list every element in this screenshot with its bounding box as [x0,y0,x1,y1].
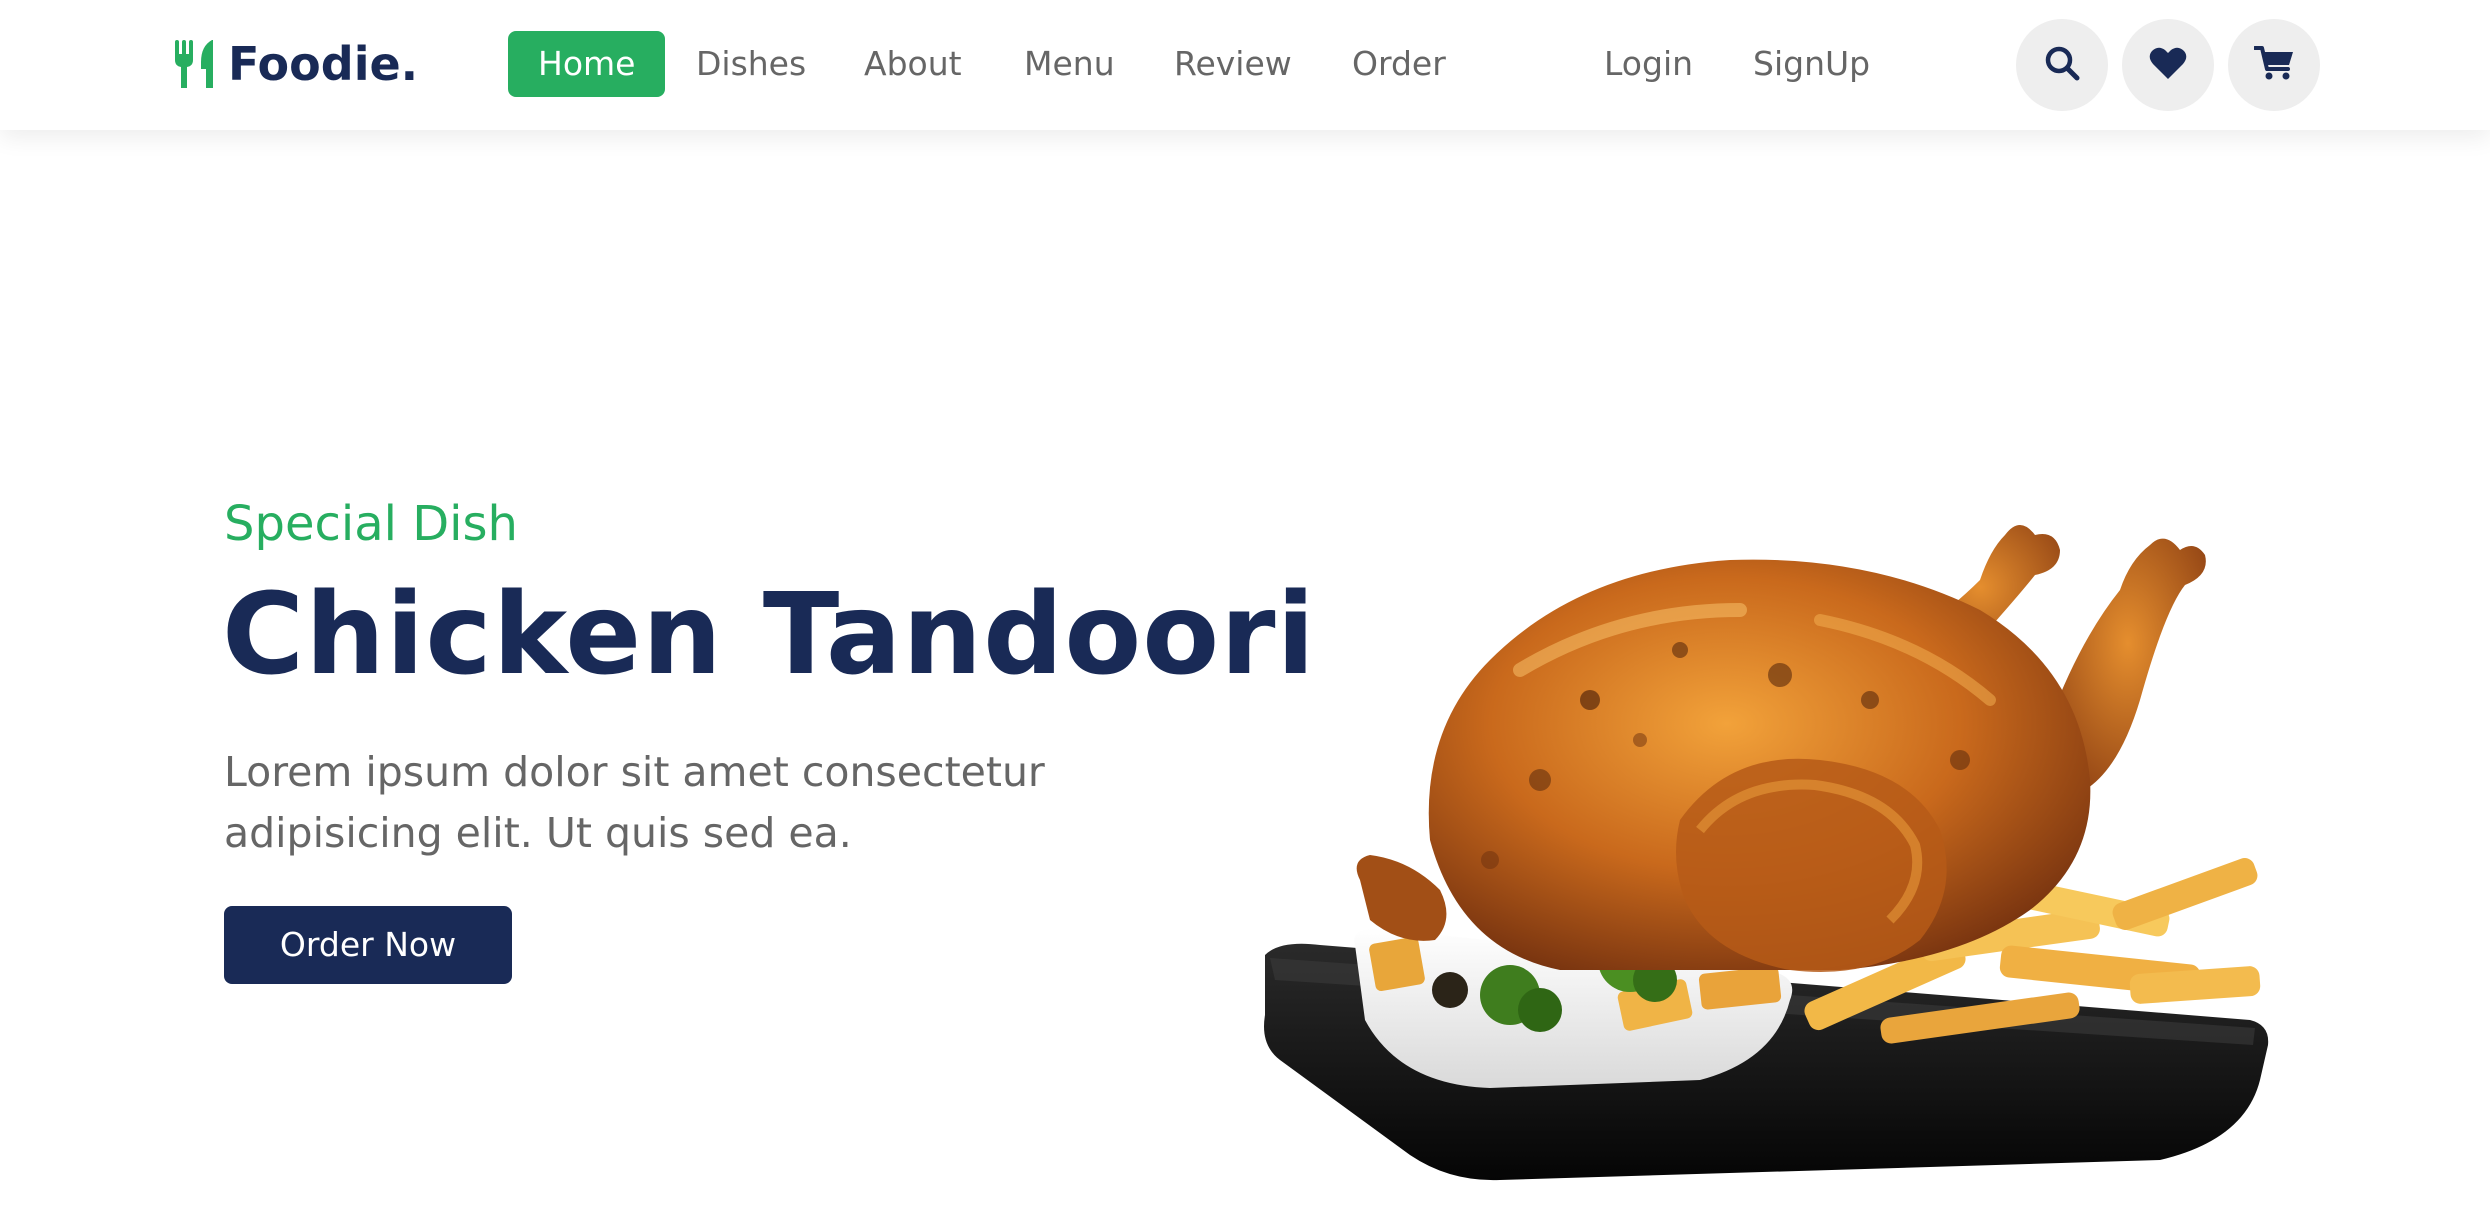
search-button[interactable] [2016,19,2108,111]
nav-about[interactable]: About [834,31,992,97]
brand-name: Foodie. [228,37,419,91]
site-header: Foodie. Home Dishes About Menu Review Or… [0,0,2490,130]
hero-description: Lorem ipsum dolor sit amet consectetur a… [224,748,1045,857]
search-icon [2044,45,2080,85]
brand-logo[interactable]: Foodie. [174,34,418,94]
nav-review[interactable]: Review [1144,31,1322,97]
hero-title: Chicken Tandoori [222,570,1316,700]
nav-menu[interactable]: Menu [994,31,1145,97]
chicken-tandoori-image [1260,500,2270,1190]
heart-icon [2149,46,2187,84]
hero-eyebrow: Special Dish [224,496,518,552]
nav-signup[interactable]: SignUp [1723,31,1900,97]
cart-icon [2253,45,2294,85]
nav-order[interactable]: Order [1322,31,1476,97]
nav-dishes[interactable]: Dishes [666,31,836,97]
favorites-button[interactable] [2122,19,2214,111]
order-now-button[interactable]: Order Now [224,906,512,984]
nav-home[interactable]: Home [508,31,666,97]
utensils-icon [174,38,218,90]
nav-login[interactable]: Login [1574,31,1723,97]
cart-button[interactable] [2228,19,2320,111]
